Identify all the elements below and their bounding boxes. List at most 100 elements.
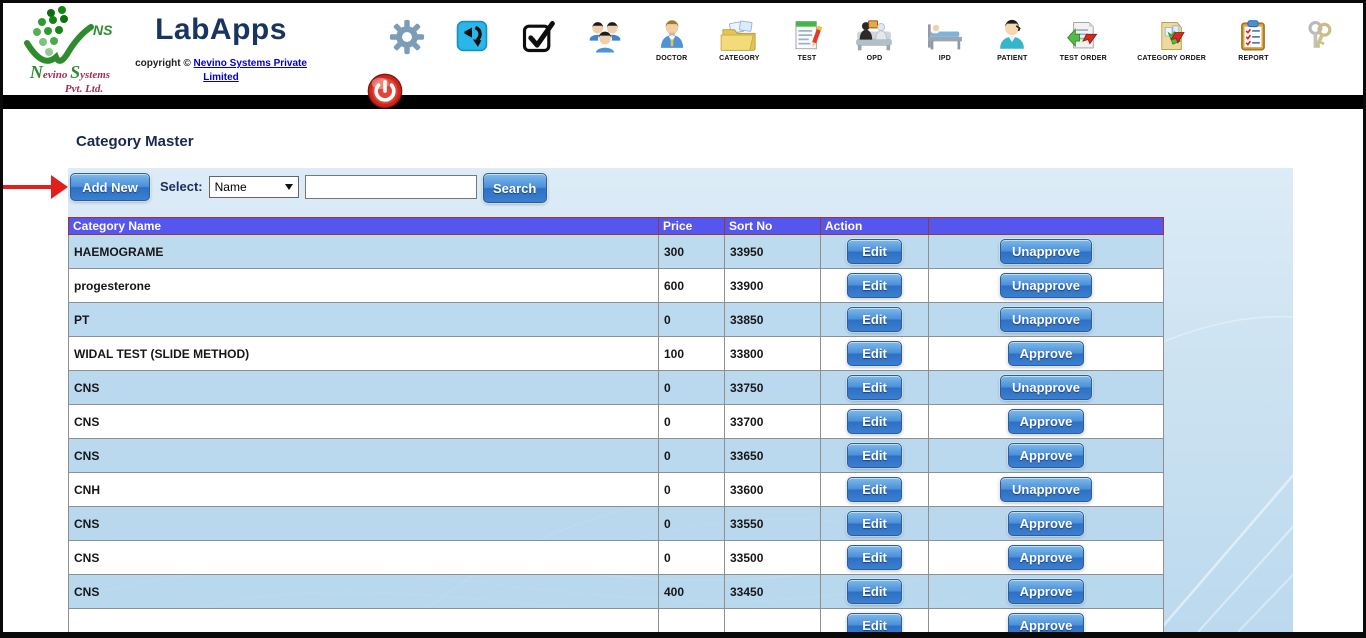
cell-action: Edit [821, 235, 929, 269]
cell-category-name: CNS [69, 575, 659, 609]
ipd-bed-icon [925, 19, 965, 53]
main-nav: DOCTOR CATEGORY [311, 3, 1363, 95]
cell-sort-no: 33850 [725, 303, 821, 337]
table-row: progesterone 600 33900 Edit Unapprove [69, 269, 1164, 303]
patient-icon [995, 19, 1029, 53]
copyright-line: copyright © Nevino Systems Private Limit… [131, 57, 311, 84]
nav-item-test-order[interactable]: TEST ORDER [1060, 19, 1107, 62]
nav-item-keys[interactable] [1301, 19, 1337, 57]
logo-suffix: Pvt. Ltd. [37, 83, 131, 95]
edit-button[interactable]: Edit [847, 375, 902, 400]
table-row: CNS 0 33750 Edit Unapprove [69, 371, 1164, 405]
approval-toggle-button[interactable]: Approve [1008, 409, 1085, 434]
cell-price: 100 [659, 337, 725, 371]
cell-category-name: WIDAL TEST (SLIDE METHOD) [69, 337, 659, 371]
nav-item-patient[interactable]: PATIENT [995, 19, 1029, 62]
table-row: WIDAL TEST (SLIDE METHOD) 100 33800 Edit… [69, 337, 1164, 371]
edit-button[interactable]: Edit [847, 579, 902, 604]
select-value: Name [215, 180, 247, 194]
cell-sort-no: 33800 [725, 337, 821, 371]
edit-button[interactable]: Edit [847, 545, 902, 570]
copyright-link[interactable]: Nevino Systems Private Limited [194, 58, 307, 83]
table-row: CNS 0 33550 Edit Approve [69, 507, 1164, 541]
approval-toggle-button[interactable]: Approve [1008, 341, 1085, 366]
cell-price: 0 [659, 473, 725, 507]
edit-button[interactable]: Edit [847, 613, 902, 632]
cell-approval: Approve [929, 439, 1164, 473]
power-icon [366, 72, 404, 110]
edit-button[interactable]: Edit [847, 341, 902, 366]
cell-approval: Approve [929, 507, 1164, 541]
header: NS Nevino Systems Pvt. Ltd. LabApps copy… [3, 3, 1363, 95]
nav-item-doctor[interactable]: DOCTOR [655, 19, 689, 62]
cell-category-name: HAEMOGRAME [69, 235, 659, 269]
cell-price: 300 [659, 235, 725, 269]
nav-label: CATEGORY [719, 55, 760, 62]
nav-label: TEST ORDER [1060, 55, 1107, 62]
approval-toggle-button[interactable]: Approve [1008, 579, 1085, 604]
cell-category-name: progesterone [69, 269, 659, 303]
cell-sort-no: 33750 [725, 371, 821, 405]
cell-price: 0 [659, 371, 725, 405]
cell-sort-no [725, 609, 821, 633]
cell-price: 0 [659, 303, 725, 337]
page-title: Category Master [76, 133, 194, 150]
table-row: CNS 0 33650 Edit Approve [69, 439, 1164, 473]
annotation-arrow [3, 185, 53, 189]
nav-item-users[interactable] [586, 19, 624, 57]
col-header-category-name: Category Name [69, 218, 659, 235]
nav-item-test[interactable]: TEST [790, 19, 824, 62]
logo-monogram: NS [93, 22, 113, 38]
cell-category-name: CNS [69, 541, 659, 575]
approval-toggle-button[interactable]: Unapprove [1000, 477, 1092, 502]
nav-label: REPORT [1238, 55, 1268, 62]
cell-sort-no: 33550 [725, 507, 821, 541]
edit-button[interactable]: Edit [847, 443, 902, 468]
approval-toggle-button[interactable]: Unapprove [1000, 375, 1092, 400]
chevron-down-icon [285, 184, 293, 190]
copyright-prefix: copyright © [135, 58, 193, 69]
search-field-select[interactable]: Name [209, 176, 299, 198]
cell-sort-no: 33700 [725, 405, 821, 439]
checkbox-icon [520, 19, 556, 55]
edit-button[interactable]: Edit [847, 273, 902, 298]
approval-toggle-button[interactable]: Unapprove [1000, 273, 1092, 298]
approval-toggle-button[interactable]: Unapprove [1000, 239, 1092, 264]
cell-approval: Unapprove [929, 303, 1164, 337]
nav-item-tasks[interactable] [520, 19, 556, 57]
cell-approval: Approve [929, 405, 1164, 439]
logo-letter-n: N [30, 62, 43, 82]
add-new-button[interactable]: Add New [70, 173, 150, 201]
nav-label: IPD [939, 55, 951, 62]
edit-button[interactable]: Edit [847, 477, 902, 502]
cell-category-name: CNH [69, 473, 659, 507]
logout-power-button[interactable] [366, 72, 404, 110]
nav-item-settings[interactable] [389, 19, 425, 57]
content-panel: Add New Select: Name Search Category Nam… [68, 168, 1293, 632]
nav-item-ipd[interactable]: IPD [925, 19, 965, 62]
edit-button[interactable]: Edit [847, 511, 902, 536]
edit-button[interactable]: Edit [847, 307, 902, 332]
cell-price: 0 [659, 405, 725, 439]
approval-toggle-button[interactable]: Approve [1008, 511, 1085, 536]
edit-button[interactable]: Edit [847, 409, 902, 434]
title-block: LabApps copyright © Nevino Systems Priva… [131, 3, 311, 95]
search-input[interactable] [305, 175, 477, 199]
nav-item-category[interactable]: CATEGORY [719, 19, 760, 62]
search-button[interactable]: Search [483, 173, 547, 203]
nav-item-category-order[interactable]: CATEGORY ORDER [1137, 19, 1206, 62]
approval-toggle-button[interactable]: Approve [1008, 443, 1085, 468]
logo-dots [33, 6, 68, 56]
approval-toggle-button[interactable]: Unapprove [1000, 307, 1092, 332]
edit-button[interactable]: Edit [847, 239, 902, 264]
nav-item-opd[interactable]: OPD [854, 19, 894, 62]
nav-label: PATIENT [997, 55, 1027, 62]
approval-toggle-button[interactable]: Approve [1008, 613, 1085, 632]
table-row: CNH 0 33600 Edit Unapprove [69, 473, 1164, 507]
table-header-row: Category Name Price Sort No Action [69, 218, 1164, 235]
approval-toggle-button[interactable]: Approve [1008, 545, 1085, 570]
nav-item-report[interactable]: REPORT [1236, 19, 1270, 62]
nav-item-announcements[interactable] [455, 19, 489, 55]
category-table: Category Name Price Sort No Action HAEMO… [68, 217, 1164, 632]
table-row: HAEMOGRAME 300 33950 Edit Unapprove [69, 235, 1164, 269]
